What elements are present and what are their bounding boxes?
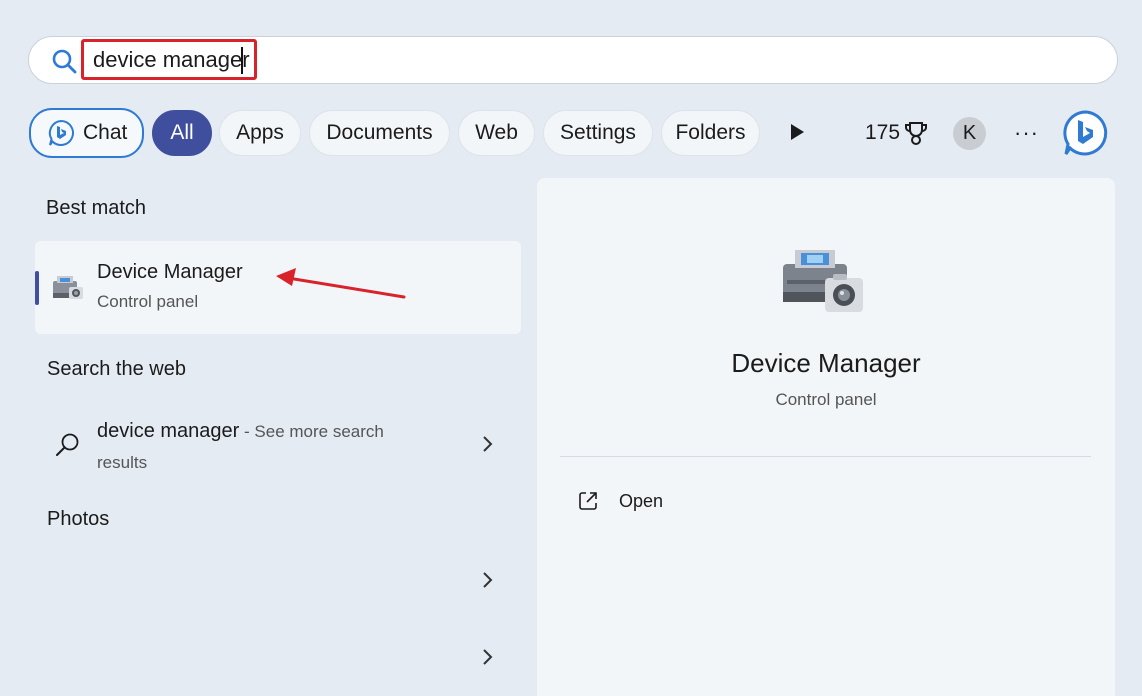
filter-bar: Chat All Apps Documents Web Settings Fol… (0, 108, 1142, 158)
device-manager-icon (53, 276, 83, 299)
chevron-right-icon[interactable] (481, 648, 493, 666)
preview-pane: Device Manager Control panel Open (537, 178, 1115, 696)
tab-apps[interactable]: Apps (219, 110, 301, 156)
search-bar[interactable] (28, 36, 1118, 84)
divider (560, 456, 1091, 457)
chevron-right-icon[interactable] (481, 571, 493, 589)
device-manager-icon (783, 250, 863, 312)
more-options-icon[interactable]: ··· (1014, 120, 1039, 146)
bing-chat-icon (48, 119, 74, 146)
best-match-heading: Best match (46, 197, 147, 219)
preview-subtitle: Control panel (775, 390, 877, 409)
photo-result-item[interactable] (35, 545, 521, 615)
tab-all[interactable]: All (152, 110, 212, 156)
tab-folders[interactable]: Folders (661, 110, 760, 156)
best-match-subtitle: Control panel (97, 292, 199, 311)
search-icon (56, 433, 79, 456)
annotation-highlight-box (81, 39, 257, 80)
open-button[interactable]: Open (577, 486, 663, 516)
avatar[interactable]: K (953, 117, 986, 150)
bing-icon[interactable] (1062, 110, 1108, 156)
tab-web[interactable]: Web (458, 110, 535, 156)
rewards-points[interactable]: 175 (865, 120, 928, 146)
search-web-heading: Search the web (47, 358, 186, 380)
tab-documents[interactable]: Documents (309, 110, 450, 156)
tab-settings[interactable]: Settings (543, 110, 653, 156)
open-label: Open (619, 490, 664, 511)
open-external-icon (579, 492, 597, 510)
chat-button[interactable]: Chat (29, 108, 144, 158)
search-icon (52, 49, 77, 74)
web-search-item[interactable]: device manager - See more search results (35, 402, 521, 486)
chat-label: Chat (83, 121, 128, 144)
photo-result-item[interactable] (35, 622, 521, 692)
selection-indicator (35, 271, 39, 305)
best-match-title: Device Manager (97, 261, 243, 283)
web-search-text: device manager - See more search results (97, 416, 427, 478)
trophy-icon (905, 122, 928, 145)
annotation-arrow (276, 268, 406, 299)
web-query: device manager (97, 420, 240, 442)
play-icon[interactable] (789, 123, 805, 141)
chevron-right-icon[interactable] (481, 435, 493, 453)
preview-title: Device Manager (731, 348, 921, 378)
points-value: 175 (865, 121, 901, 144)
photos-heading: Photos (47, 508, 110, 530)
